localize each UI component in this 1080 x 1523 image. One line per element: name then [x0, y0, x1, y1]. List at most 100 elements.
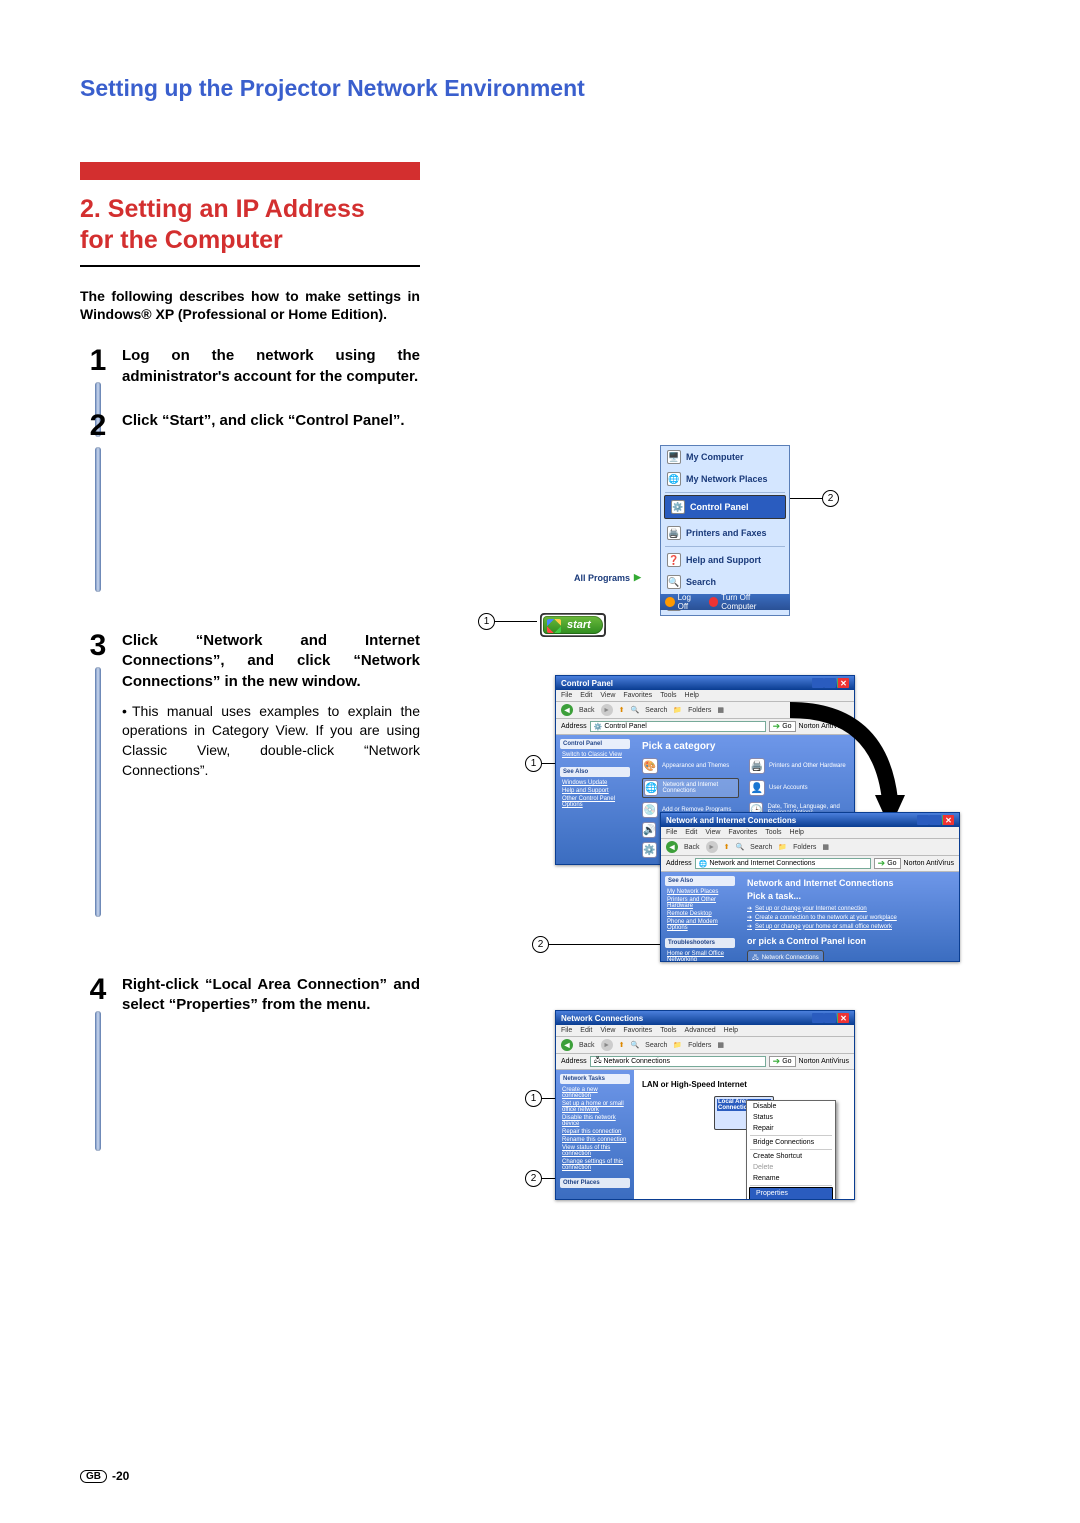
- views-icon[interactable]: ▦: [717, 706, 724, 714]
- menu-item[interactable]: Help: [685, 692, 699, 699]
- search-icon[interactable]: 🔍: [630, 706, 639, 714]
- back-button[interactable]: ◄: [666, 841, 678, 853]
- menu-item[interactable]: Edit: [580, 692, 592, 699]
- back-button[interactable]: ◄: [561, 704, 573, 716]
- menu-item[interactable]: Tools: [660, 1027, 676, 1034]
- sidebar-link[interactable]: Printers and Other Hardware: [665, 896, 735, 910]
- sidebar-network-tasks: Network Tasks: [560, 1074, 630, 1084]
- ctx-item[interactable]: Disable: [747, 1101, 835, 1112]
- go-button[interactable]: ➔Go: [874, 858, 901, 869]
- menu-item[interactable]: Favorites: [623, 1027, 652, 1034]
- menu-item[interactable]: View: [705, 829, 720, 836]
- folders-icon[interactable]: 📁: [673, 1041, 682, 1049]
- menu-item[interactable]: View: [600, 692, 615, 699]
- menu-item[interactable]: File: [561, 692, 572, 699]
- address-input[interactable]: 🖧 Network Connections: [590, 1056, 766, 1067]
- sidebar-link[interactable]: Change settings of this connection: [560, 1158, 630, 1172]
- network-places-icon: 🌐: [667, 472, 681, 486]
- go-button[interactable]: ➔Go: [769, 1056, 796, 1067]
- all-programs[interactable]: All Programs ▶: [574, 572, 641, 583]
- callout-2: 2: [532, 936, 549, 953]
- ctx-item[interactable]: Bridge Connections: [747, 1137, 835, 1148]
- go-button[interactable]: ➔Go: [769, 721, 796, 732]
- start-menu-item[interactable]: 🖥️My Computer: [661, 446, 789, 468]
- start-menu-item[interactable]: 🌐My Network Places: [661, 468, 789, 490]
- start-menu-control-panel[interactable]: ⚙️Control Panel: [664, 495, 786, 519]
- callout-line: [542, 1098, 555, 1099]
- window-titlebar: Control Panel ✕: [556, 676, 854, 690]
- sidebar-link[interactable]: Set up a home or small office network: [560, 1100, 630, 1114]
- turn-off-button[interactable]: Turn Off Computer: [709, 593, 785, 611]
- minimize-button[interactable]: [812, 1013, 824, 1023]
- menu-item[interactable]: Tools: [765, 829, 781, 836]
- forward-button[interactable]: ►: [706, 841, 718, 853]
- menu-item[interactable]: Help: [724, 1027, 738, 1034]
- sidebar-link[interactable]: Windows Update: [560, 779, 630, 787]
- close-button[interactable]: ✕: [942, 815, 954, 825]
- maximize-button[interactable]: [929, 815, 941, 825]
- sidebar-link[interactable]: Remote Desktop: [665, 910, 735, 918]
- up-icon[interactable]: ⬆: [724, 843, 730, 851]
- start-button[interactable]: start: [543, 616, 603, 634]
- menu-item[interactable]: Favorites: [623, 692, 652, 699]
- folders-icon[interactable]: 📁: [778, 843, 787, 851]
- sidebar-link[interactable]: View status of this connection: [560, 1144, 630, 1158]
- menu-item[interactable]: Edit: [685, 829, 697, 836]
- close-button[interactable]: ✕: [837, 678, 849, 688]
- arrow-icon: ➔: [747, 923, 752, 930]
- search-icon[interactable]: 🔍: [735, 843, 744, 851]
- address-input[interactable]: 🌐 Network and Internet Connections: [695, 858, 871, 869]
- category-item[interactable]: 🎨Appearance and Themes: [642, 758, 739, 774]
- task-link[interactable]: ➔Set up or change your Internet connecti…: [747, 905, 951, 912]
- start-menu-item[interactable]: 🖨️Printers and Faxes: [661, 522, 789, 544]
- menu-item[interactable]: Tools: [660, 692, 676, 699]
- log-off-button[interactable]: Log Off: [665, 593, 703, 611]
- up-icon[interactable]: ⬆: [619, 706, 625, 714]
- sidebar-link[interactable]: My Network Places: [665, 888, 735, 896]
- step-1: 1 Log on the network using the administr…: [80, 346, 420, 387]
- sidebar-link[interactable]: Repair this connection: [560, 1128, 630, 1136]
- views-icon[interactable]: ▦: [717, 1041, 724, 1049]
- ctx-item[interactable]: Status: [747, 1112, 835, 1123]
- address-input[interactable]: ⚙️ Control Panel: [590, 721, 766, 732]
- category-item[interactable]: 🖨️Printers and Other Hardware: [749, 758, 846, 774]
- task-link[interactable]: ➔Set up or change your home or small off…: [747, 923, 951, 930]
- forward-button[interactable]: ►: [601, 1039, 613, 1051]
- close-button[interactable]: ✕: [837, 1013, 849, 1023]
- network-connections-icon-item[interactable]: 🖧Network Connections: [747, 950, 824, 961]
- sidebar-link[interactable]: Disable this network device: [560, 1114, 630, 1128]
- sidebar-link-switch-view[interactable]: Switch to Classic View: [560, 751, 630, 759]
- menu-item[interactable]: File: [666, 829, 677, 836]
- minimize-button[interactable]: [917, 815, 929, 825]
- sidebar-link[interactable]: Other Control Panel Options: [560, 795, 630, 809]
- minimize-button[interactable]: [812, 678, 824, 688]
- views-icon[interactable]: ▦: [822, 843, 829, 851]
- ctx-item-properties[interactable]: Properties: [749, 1187, 833, 1199]
- menu-item[interactable]: Help: [790, 829, 804, 836]
- folders-icon[interactable]: 📁: [673, 706, 682, 714]
- menu-item[interactable]: Edit: [580, 1027, 592, 1034]
- ctx-item[interactable]: Repair: [747, 1123, 835, 1134]
- menu-item[interactable]: Favorites: [728, 829, 757, 836]
- sidebar-link[interactable]: Rename this connection: [560, 1136, 630, 1144]
- maximize-button[interactable]: [824, 678, 836, 688]
- ctx-item[interactable]: Create Shortcut: [747, 1151, 835, 1162]
- menu-item[interactable]: Advanced: [685, 1027, 716, 1034]
- menu-item[interactable]: File: [561, 1027, 572, 1034]
- category-network-internet[interactable]: 🌐Network and Internet Connections: [642, 778, 739, 798]
- sidebar-link[interactable]: Create a new connection: [560, 1086, 630, 1100]
- maximize-button[interactable]: [824, 1013, 836, 1023]
- sidebar-link[interactable]: Help and Support: [560, 787, 630, 795]
- forward-button[interactable]: ►: [601, 704, 613, 716]
- start-menu-item[interactable]: ❓Help and Support: [661, 549, 789, 571]
- sidebar-link[interactable]: Home or Small Office Networking: [665, 950, 735, 961]
- ctx-item[interactable]: Rename: [747, 1173, 835, 1184]
- task-link[interactable]: ➔Create a connection to the network at y…: [747, 914, 951, 921]
- start-menu-item[interactable]: 🔍Search: [661, 571, 789, 593]
- search-icon[interactable]: 🔍: [630, 1041, 639, 1049]
- menu-item[interactable]: View: [600, 1027, 615, 1034]
- back-button[interactable]: ◄: [561, 1039, 573, 1051]
- category-item[interactable]: 👤User Accounts: [749, 778, 846, 798]
- sidebar-link[interactable]: Phone and Modem Options: [665, 918, 735, 932]
- up-icon[interactable]: ⬆: [619, 1041, 625, 1049]
